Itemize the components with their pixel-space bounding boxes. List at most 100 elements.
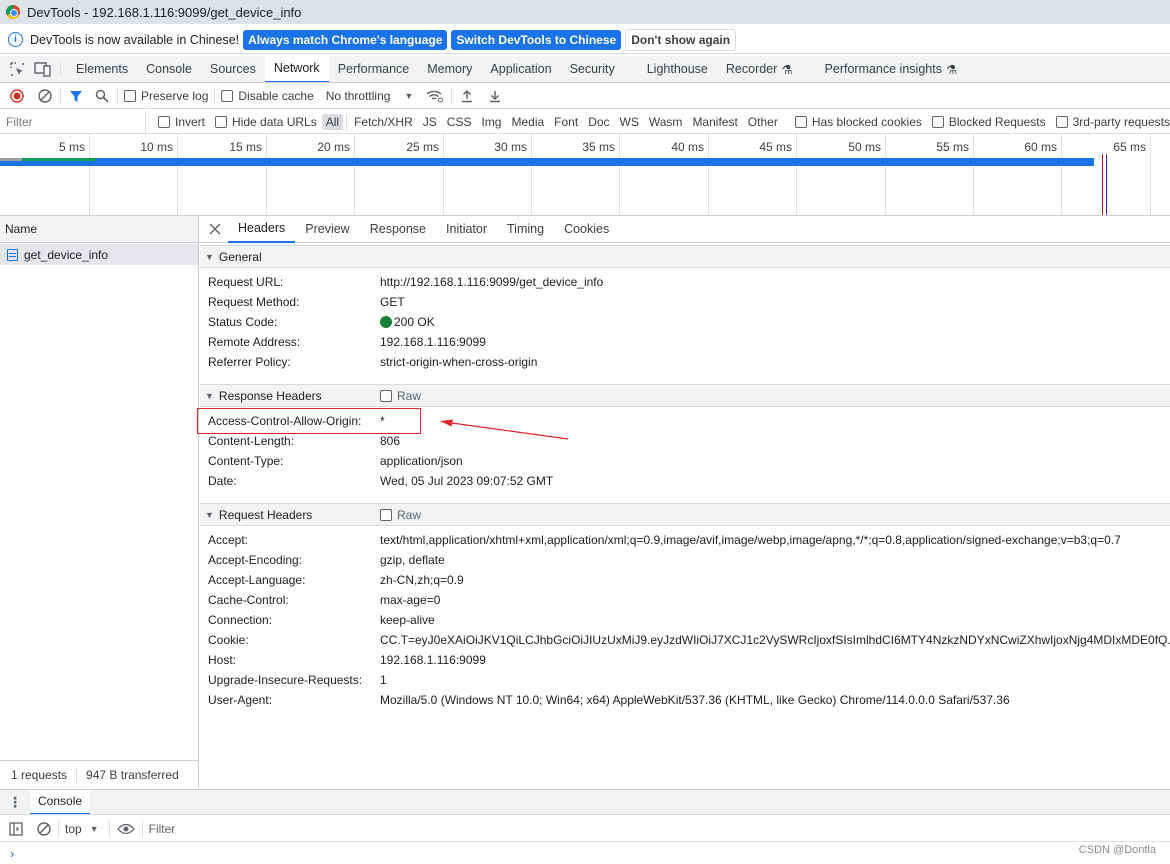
header-name: Accept-Encoding: [208,553,303,567]
hide-data-urls-label: Hide data URLs [232,114,317,129]
tab-security[interactable]: Security [561,56,624,82]
raw-toggle[interactable]: Raw [380,508,421,522]
invert-checkbox[interactable] [158,115,170,128]
filter-type-media[interactable]: Media [507,114,548,130]
import-har-icon[interactable] [458,89,476,103]
header-name: User-Agent: [208,693,273,707]
filter-type-js[interactable]: JS [419,114,441,130]
tab-cookies[interactable]: Cookies [554,216,619,243]
tab-headers[interactable]: Headers [228,216,296,243]
drawer-menu-icon[interactable]: ⋮ [8,794,22,811]
export-har-icon[interactable] [486,89,504,103]
match-language-button[interactable]: Always match Chrome's language [243,29,448,50]
tab-lighthouse[interactable]: Lighthouse [638,56,717,82]
filter-type-css[interactable]: CSS [443,114,476,130]
window-title: DevTools - 192.168.1.116:9099/get_device… [27,4,302,20]
request-headers-section-header[interactable]: ▼ Request Headers Raw [200,503,1170,526]
tab-elements[interactable]: Elements [67,56,137,82]
raw-checkbox[interactable] [380,389,392,402]
expand-triangle-icon: ▼ [205,251,214,262]
header-name: Status Code: [208,315,278,329]
tab-performance-insights[interactable]: Performance insights ⚗ [816,56,967,82]
request-row[interactable]: get_device_info [0,244,198,265]
throttling-select[interactable]: No throttling ▼ [326,89,414,103]
tab-drawer-console[interactable]: Console [30,790,91,814]
column-header-name[interactable]: Name [0,216,198,243]
timeline-tick-label: 35 ms [582,140,615,154]
tab-initiator[interactable]: Initiator [436,216,497,243]
filter-type-ws[interactable]: WS [616,114,643,130]
close-icon[interactable] [208,223,222,235]
blocked-requests-label: Blocked Requests [948,114,1046,129]
filter-type-fetch-xhr[interactable]: Fetch/XHR [350,114,417,130]
console-toolbar: top ▼ Filter [0,816,1170,842]
flask-icon: ⚗ [781,62,793,77]
tab-recorder[interactable]: Recorder ⚗ [717,56,802,82]
header-name: Accept: [208,533,249,547]
filter-type-font[interactable]: Font [550,114,582,130]
raw-checkbox[interactable] [380,508,392,521]
timeline-gridline [796,134,797,215]
filter-type-all[interactable]: All [321,113,344,130]
network-toolbar: Preserve log Disable cache No throttling… [0,83,1170,109]
sidebar-toggle-icon[interactable] [8,821,24,836]
timeline-gridline [354,134,355,215]
tab-response[interactable]: Response [360,216,436,243]
general-section-header[interactable]: ▼ General [200,245,1170,268]
tab-network[interactable]: Network [264,56,329,82]
header-value: 192.168.1.116:9099 [380,335,486,349]
has-blocked-cookies-checkbox[interactable] [794,115,807,128]
disable-cache-checkbox[interactable] [221,89,234,102]
filter-type-wasm[interactable]: Wasm [645,114,687,130]
network-conditions-icon[interactable] [425,89,445,103]
context-select[interactable]: top ▼ [65,822,99,836]
request-name: get_device_info [24,247,109,262]
clear-icon[interactable] [36,88,54,103]
device-toolbar-icon[interactable] [32,60,54,78]
raw-toggle[interactable]: Raw [380,389,421,403]
caret-down-icon: ▼ [89,823,99,834]
preserve-log-checkbox[interactable] [124,89,136,102]
third-party-checkbox[interactable] [1055,115,1068,128]
timeline-tick-label: 60 ms [1024,140,1057,154]
tab-timing[interactable]: Timing [497,216,554,243]
tab-sources[interactable]: Sources [201,56,265,82]
tab-performance[interactable]: Performance [329,56,419,82]
console-filter-input[interactable]: Filter [149,822,176,836]
timeline-tick-label: 45 ms [759,140,792,154]
header-value: application/json [380,454,463,468]
tab-preview[interactable]: Preview [295,216,359,243]
blocked-requests-checkbox[interactable] [931,115,944,128]
filter-type-doc[interactable]: Doc [584,114,613,130]
tab-application[interactable]: Application [481,56,560,82]
filter-type-manifest[interactable]: Manifest [688,114,741,130]
header-name: Host: [208,653,237,667]
search-icon[interactable] [93,89,111,103]
inspect-element-icon[interactable] [8,60,26,78]
console-prompt[interactable]: › [0,842,1170,864]
has-blocked-cookies-label: Has blocked cookies [811,114,922,129]
divider [214,87,216,104]
header-value: 806 [380,434,401,448]
response-headers-section-header[interactable]: ▼ Response Headers Raw [200,384,1170,407]
header-row: Connection: keep-alive [208,610,435,630]
clear-console-icon[interactable] [36,821,52,836]
request-count: 1 requests [11,767,68,782]
filter-type-other[interactable]: Other [744,114,782,130]
tab-console[interactable]: Console [137,56,201,82]
filter-input[interactable]: Filter [0,110,146,133]
chrome-logo-icon [6,5,20,19]
switch-chinese-button[interactable]: Switch DevTools to Chinese [451,29,622,50]
record-stop-icon[interactable] [8,88,26,103]
timeline-tick-label: 55 ms [936,140,969,154]
dont-show-again-button[interactable]: Don't show again [625,28,737,51]
header-value: 200 OK [394,315,435,329]
network-overview-timeline[interactable]: 5 ms 10 ms 15 ms 20 ms 25 ms 30 ms 35 ms 40 ms 4… [0,134,1170,216]
tab-memory[interactable]: Memory [418,56,481,82]
live-expression-eye-icon[interactable] [116,823,136,835]
timeline-tick-label: 65 ms [1113,140,1146,154]
filter-funnel-icon[interactable] [67,89,85,103]
filter-type-img[interactable]: Img [477,114,505,130]
header-name: Remote Address: [208,335,301,349]
hide-data-urls-checkbox[interactable] [215,115,228,128]
